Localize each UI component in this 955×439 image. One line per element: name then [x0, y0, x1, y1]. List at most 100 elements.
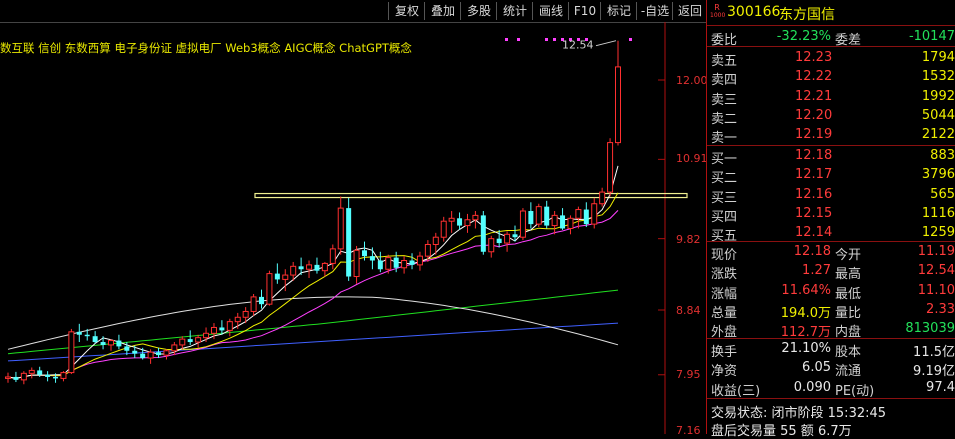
stat-value: 6.05 — [802, 360, 831, 376]
candle-body — [250, 296, 257, 312]
weibi-row: 委比 -32.23% 委差 -10147 — [711, 29, 955, 48]
level-volume: 1259 — [921, 225, 955, 241]
event-marker — [553, 38, 556, 41]
f10-button[interactable]: F10 — [568, 2, 601, 20]
event-marker — [629, 38, 632, 41]
candle-body — [575, 209, 582, 219]
kline-chart[interactable]: 12.54 — [0, 22, 706, 434]
quote-value: 12.54 — [917, 263, 955, 279]
level-price: 12.20 — [795, 107, 833, 123]
candle-body — [68, 331, 75, 374]
stats-row: 收益(三) 0.090 PE(动) 97.4 — [707, 378, 955, 399]
candle-body — [92, 336, 98, 343]
quote-value: 194.0万 — [780, 305, 831, 321]
sell-level-row[interactable]: 卖四 12.22 1532 — [707, 67, 955, 88]
level-volume: 1992 — [921, 88, 955, 104]
candle-body — [599, 191, 606, 205]
overlay-button[interactable]: 叠加 — [424, 2, 461, 20]
buy-level-row[interactable]: 买二 12.17 3796 — [707, 165, 955, 186]
level-price: 12.16 — [795, 186, 833, 202]
quote-label: 总量 — [711, 305, 738, 321]
kline-chart-area[interactable]: 12.54 — [0, 22, 706, 434]
rzrq-badge: R 1000 — [710, 3, 726, 19]
candle-body — [346, 208, 352, 277]
afterhours-volume: 盘后交易量 55 额 6.7万 — [711, 424, 852, 439]
candle-body — [321, 262, 328, 272]
quote-label: 最低 — [835, 286, 862, 302]
y-axis-label: 9.82 — [676, 233, 701, 246]
trading-status: 交易状态: 闭市阶段 15:32:45 — [711, 406, 887, 421]
stats-row: 换手 21.10% 股本 11.5亿 — [707, 339, 955, 360]
sell-level-row[interactable]: 卖二 12.20 5044 — [707, 106, 955, 127]
candle-body — [124, 346, 130, 351]
candle-body — [53, 376, 59, 379]
sell-level-row[interactable]: 卖一 12.19 2122 — [707, 125, 955, 146]
mark-button[interactable]: 标记 — [600, 2, 637, 20]
ma60-line — [7, 289, 619, 355]
level-volume: 883 — [930, 148, 955, 163]
level-price: 12.17 — [795, 167, 833, 183]
quote-value: 11.64% — [781, 282, 831, 298]
stat-value: 9.19亿 — [913, 364, 955, 380]
sell-level-row[interactable]: 卖三 12.21 1992 — [707, 87, 955, 108]
quote-value: 813039 — [905, 321, 955, 337]
level-volume: 5044 — [921, 107, 955, 123]
divider — [707, 46, 955, 47]
stat-value: 11.5亿 — [913, 345, 955, 360]
candle-body — [13, 376, 19, 380]
candle-body — [171, 344, 178, 352]
candle-body — [282, 274, 289, 280]
candle-body — [607, 142, 614, 193]
candle-body — [440, 220, 447, 238]
remove-watchlist-button[interactable]: -自选 — [636, 2, 673, 20]
candle-body — [28, 369, 35, 374]
level-price: 12.23 — [795, 50, 833, 65]
candle-body — [353, 249, 360, 278]
candle-body — [37, 370, 43, 375]
level-label: 卖三 — [711, 92, 738, 108]
candle-body — [45, 374, 51, 377]
stat-label: PE(动) — [835, 383, 875, 399]
candle-body — [107, 340, 114, 346]
candle-body — [132, 350, 138, 354]
quote-value: 11.19 — [917, 244, 955, 259]
quote-label: 涨跌 — [711, 267, 738, 283]
candle-body — [583, 209, 589, 225]
quote-label: 现价 — [711, 248, 738, 263]
fuquan-button[interactable]: 复权 — [388, 2, 425, 20]
candle-body — [274, 273, 280, 280]
candle-body — [314, 264, 320, 271]
buy-level-row[interactable]: 买四 12.15 1116 — [707, 204, 955, 225]
stat-label: 收益(三) — [711, 383, 761, 399]
level-label: 卖二 — [711, 111, 738, 127]
y-axis-label: 10.91 — [676, 152, 708, 165]
candle-body — [195, 337, 202, 343]
candle-body — [544, 206, 550, 226]
statistics-button[interactable]: 统计 — [496, 2, 533, 20]
y-axis-label: 7.95 — [676, 368, 701, 381]
quote-row: 外盘 112.7万 内盘 813039 — [707, 319, 955, 340]
quote-row: 涨跌 1.27 最高 12.54 — [707, 261, 955, 283]
candle-body — [306, 264, 313, 270]
divider — [707, 398, 955, 399]
candle-body — [242, 310, 249, 318]
candle-body — [219, 327, 225, 331]
sell-level-row[interactable]: 卖五 12.23 1794 — [707, 48, 955, 69]
candle-body — [210, 326, 217, 334]
quote-panel: R 1000 300166 东方国信 委比 -32.23% 委差 -10147 … — [707, 0, 955, 439]
quote-value: 11.10 — [917, 282, 955, 298]
event-marker — [517, 38, 520, 41]
candle-body — [480, 215, 486, 252]
back-button[interactable]: 返回 — [672, 2, 707, 20]
multi-stock-button[interactable]: 多股 — [460, 2, 497, 20]
candle-body — [528, 211, 534, 225]
level-price: 12.21 — [795, 88, 833, 104]
buy-level-row[interactable]: 买三 12.16 565 — [707, 185, 955, 206]
stat-value: 97.4 — [926, 379, 955, 395]
resistance-line — [254, 192, 688, 199]
buy-level-row[interactable]: 买一 12.18 883 — [707, 146, 955, 167]
candle-body — [457, 218, 463, 226]
level-volume: 2122 — [921, 127, 955, 143]
level-price: 12.19 — [795, 127, 833, 143]
draw-line-button[interactable]: 画线 — [532, 2, 569, 20]
